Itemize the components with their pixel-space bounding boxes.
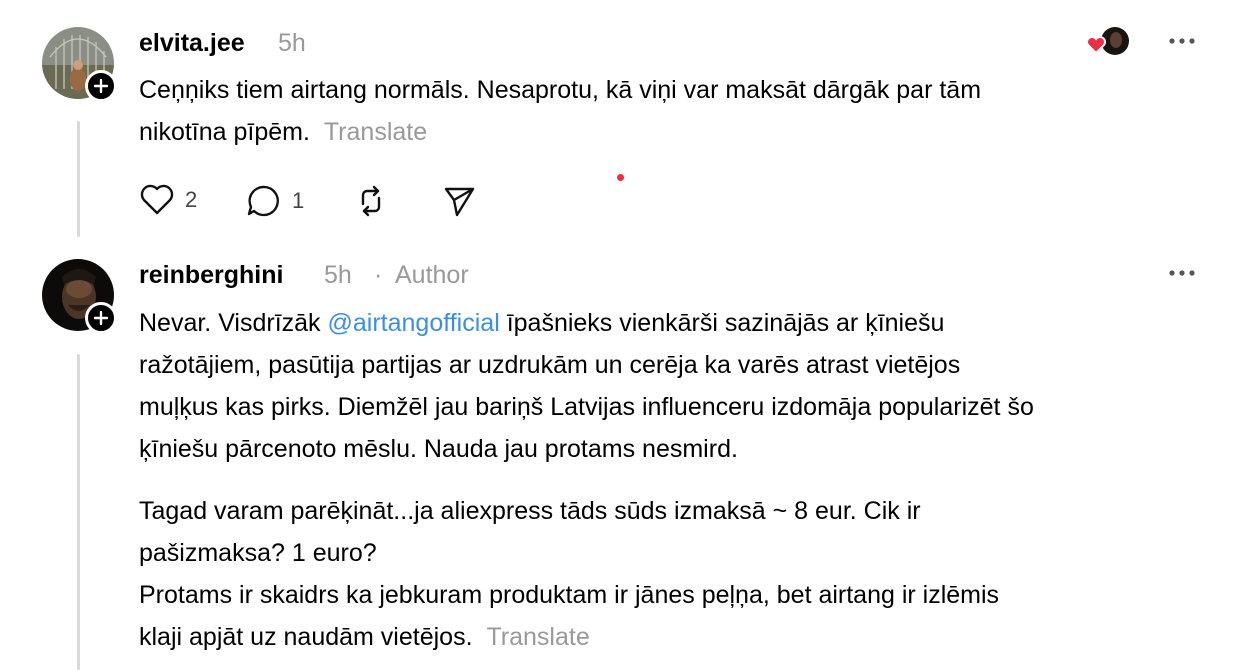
reply-button[interactable]: 1 (246, 184, 304, 218)
meta-separator: · (374, 261, 383, 289)
text-line: nikotīna pīpēm. Translate (139, 118, 428, 146)
text-line: pašizmaksa? 1 euro? (139, 539, 377, 567)
like-count: 2 (185, 187, 198, 212)
username[interactable]: elvita.jee (139, 28, 245, 58)
username[interactable]: reinberghini (139, 260, 283, 290)
text-line: Ceņņiks tiem airtang normāls. Nesaprotu,… (139, 76, 982, 104)
comment-text: Nevar. Visdrīzāk @airtangofficial īpašni… (139, 302, 1034, 470)
mention-link[interactable]: @airtangofficial (328, 309, 500, 337)
thread-line (77, 121, 80, 237)
more-icon[interactable] (1168, 268, 1198, 278)
comment-text: Ceņņiks tiem airtang normāls. Nesaprotu,… (139, 69, 981, 153)
text-line: Protams ir skaidrs ka jebkuram produktam… (139, 581, 1000, 609)
text-line: Tagad varam parēķināt...ja aliexpress tā… (139, 497, 921, 525)
send-icon (444, 187, 475, 217)
share-button[interactable] (442, 184, 476, 218)
translate-link[interactable]: Translate (324, 118, 427, 146)
notification-dot (617, 174, 624, 181)
heart-icon (140, 184, 174, 215)
repost-icon (361, 185, 381, 217)
follow-button[interactable] (85, 302, 117, 334)
text-line: ķīniešu pārcenoto mēslu. Nauda jau prota… (139, 435, 738, 463)
author-badge: Author (395, 261, 469, 289)
like-button[interactable]: 2 (139, 184, 197, 216)
text-line: klaji apjāt uz naudām vietējos. Translat… (139, 623, 590, 651)
reply-count: 1 (292, 188, 305, 213)
timestamp: 5h (278, 29, 306, 57)
comment-text-paragraph-2: Tagad varam parēķināt...ja aliexpress tā… (139, 490, 999, 658)
text-line: Nevar. Visdrīzāk @airtangofficial īpašni… (139, 309, 945, 337)
plus-icon (94, 311, 108, 325)
text-line: muļķus kas pirks. Diemžēl jau bariņš Lat… (139, 393, 1034, 421)
translate-link[interactable]: Translate (486, 623, 589, 651)
timestamp: 5h (324, 261, 352, 289)
repost-button[interactable] (354, 184, 388, 218)
follow-button[interactable] (85, 70, 117, 102)
comment-icon (247, 185, 279, 217)
thread-line (77, 354, 80, 670)
plus-icon (94, 79, 108, 93)
text-line: ražotājiem, pasūtija partijas ar uzdrukā… (139, 351, 961, 379)
more-icon[interactable] (1168, 36, 1198, 46)
liked-by-author-indicator (1084, 25, 1132, 59)
